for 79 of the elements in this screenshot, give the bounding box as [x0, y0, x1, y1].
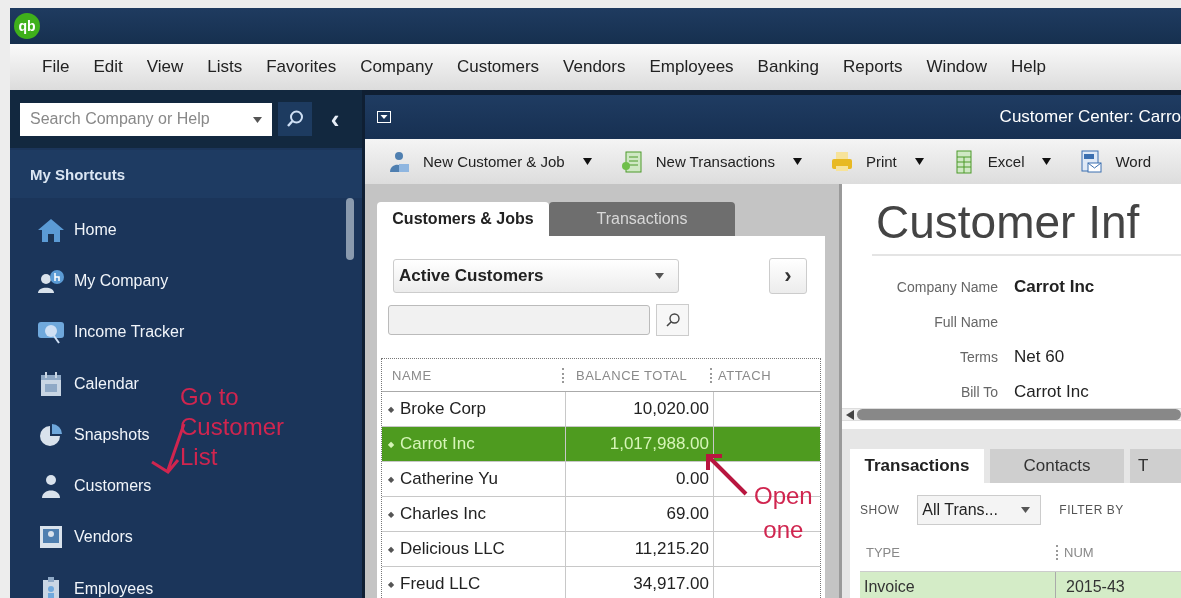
sidebar-item[interactable]: Customers: [36, 460, 152, 512]
menu-item[interactable]: Favorites: [266, 57, 337, 77]
sidebar-item[interactable]: Income Tracker: [36, 306, 185, 358]
menu-item[interactable]: File: [42, 57, 70, 77]
home-icon: [36, 216, 66, 243]
search-icon: [285, 109, 305, 129]
table-row[interactable]: ◆ Freud LLC 34,917.00: [382, 567, 820, 598]
column-header[interactable]: ATTACH: [710, 367, 772, 383]
column-header[interactable]: NAME: [382, 367, 562, 383]
menu-item[interactable]: Reports: [843, 57, 903, 77]
field-label: Full Name: [933, 313, 999, 330]
menu-item[interactable]: Customers: [456, 57, 540, 77]
show-dropdown[interactable]: All Trans...: [917, 495, 1042, 525]
field-value: Carrot Inc: [1014, 381, 1089, 402]
toolbar-button[interactable]: Excel: [951, 149, 1052, 174]
next-button[interactable]: ›: [769, 258, 807, 294]
tab[interactable]: Transactions: [549, 202, 735, 236]
sidebar-item[interactable]: Vendors: [36, 511, 133, 564]
search-button[interactable]: [278, 102, 312, 136]
section-header: My Shortcuts: [10, 150, 362, 198]
window-title: Customer Center: Carro: [999, 107, 1181, 127]
menu-item[interactable]: Company: [360, 57, 433, 77]
filter-dropdown[interactable]: Active Customers: [393, 259, 679, 293]
envelope-icon: [1079, 149, 1104, 174]
scroll-left-icon[interactable]: [846, 409, 854, 420]
tab[interactable]: Transactions: [850, 449, 984, 483]
table-row[interactable]: Invoice 2015-43: [860, 571, 1181, 598]
menu-item[interactable]: Help: [1011, 57, 1046, 77]
tab[interactable]: Contacts: [990, 449, 1124, 483]
search-button[interactable]: [656, 304, 689, 336]
sidebar-item[interactable]: Home: [36, 204, 117, 256]
column-header[interactable]: TYPE: [860, 544, 1056, 560]
caret-icon[interactable]: [792, 158, 802, 165]
search-field[interactable]: [388, 305, 650, 335]
caret-icon[interactable]: [253, 116, 262, 123]
person-icon: [387, 149, 411, 174]
sidebar-item[interactable]: Snapshots: [36, 409, 150, 461]
caret-icon[interactable]: [914, 158, 924, 165]
sidebar-item[interactable]: Calendar: [36, 357, 139, 410]
column-header[interactable]: BALANCE TOTAL: [562, 367, 710, 383]
annotation-note: Go to Customer List: [180, 382, 285, 472]
search-field[interactable]: Search Company or Help: [20, 102, 272, 136]
menu-item[interactable]: Employees: [649, 57, 734, 77]
tab[interactable]: T: [1130, 449, 1181, 483]
document-icon: [619, 149, 644, 174]
menu-item[interactable]: Lists: [207, 57, 243, 77]
menu-item[interactable]: Edit: [93, 57, 123, 77]
caret-icon[interactable]: [582, 158, 592, 165]
search-icon: [664, 312, 681, 328]
section-title: Customer Inf: [872, 184, 1181, 256]
column-header[interactable]: NUM: [1056, 544, 1094, 560]
filter-label: FILTER BY: [1059, 503, 1124, 517]
toolbar-button[interactable]: New Customer & Job: [387, 149, 592, 174]
printer-icon: [829, 149, 854, 174]
caret-icon[interactable]: [1042, 158, 1052, 165]
caret-icon: [1021, 507, 1031, 513]
tracker-icon: [36, 319, 66, 346]
caret-icon: [655, 273, 664, 279]
field-label: Terms: [958, 348, 999, 365]
sidebar-item[interactable]: Employees: [36, 563, 154, 598]
app-logo: qb: [14, 13, 40, 39]
field-value: Carrot Inc: [1014, 276, 1095, 297]
toolbar-button[interactable]: Print: [829, 149, 924, 174]
menu-item[interactable]: Window: [926, 57, 988, 77]
menu-item[interactable]: Banking: [757, 57, 820, 77]
company-icon: [36, 267, 66, 294]
field-label: Bill To: [959, 383, 999, 400]
scrollbar[interactable]: [842, 408, 1181, 421]
menu-item[interactable]: Vendors: [563, 57, 626, 77]
window-menu-icon[interactable]: [377, 111, 391, 123]
filter-label: SHOW: [860, 503, 900, 517]
menu-item[interactable]: View: [146, 57, 184, 77]
field-label: Company Name: [895, 278, 999, 295]
toolbar-button[interactable]: Word: [1079, 149, 1152, 174]
sidebar-item[interactable]: My Company: [36, 255, 169, 307]
field-value: Net 60: [1014, 346, 1065, 367]
tab[interactable]: Customers & Jobs: [377, 202, 549, 236]
scrollbar[interactable]: [346, 198, 354, 260]
toolbar-button[interactable]: New Transactions: [619, 149, 802, 174]
